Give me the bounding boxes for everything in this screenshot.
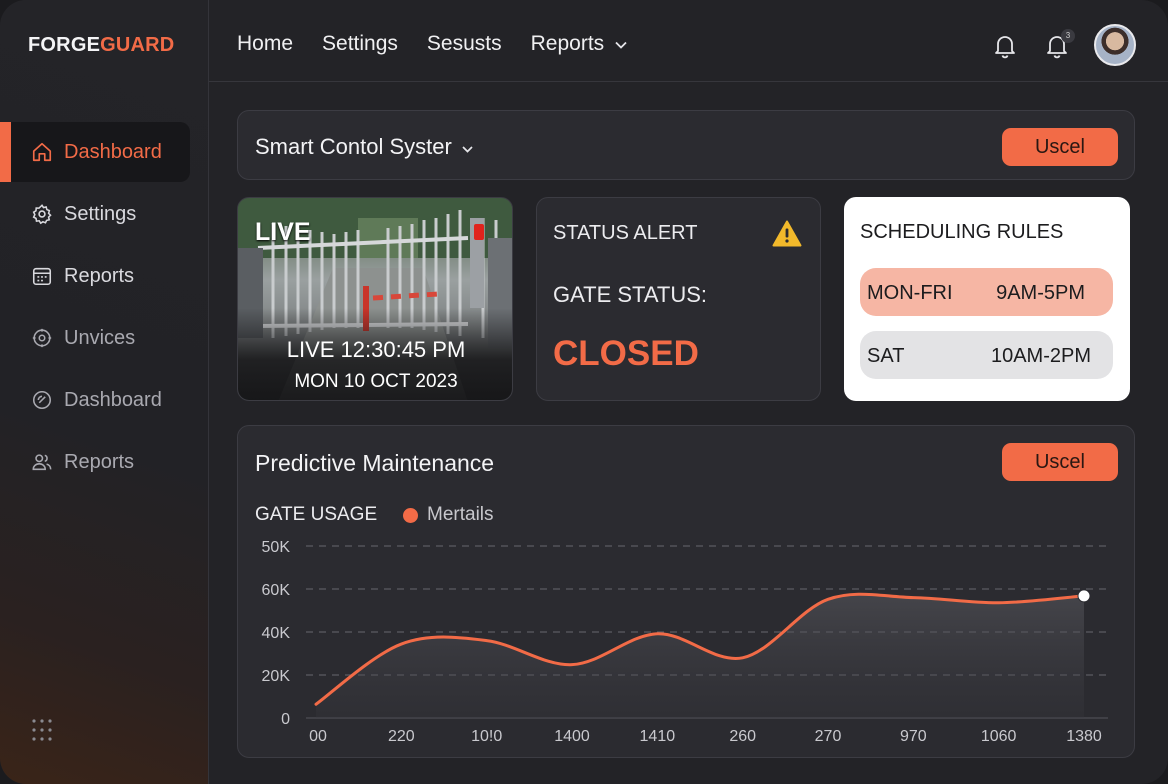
sidebar-item-dashboard-2[interactable]: Dashboard [0, 370, 190, 430]
sidebar-item-dashboard[interactable]: Dashboard [0, 122, 190, 182]
x-tick-label: 1380 [1066, 728, 1102, 745]
status-alert-title: STATUS ALERT [553, 222, 698, 244]
sidebar-item-unvices[interactable]: Unvices [0, 308, 190, 368]
sidebar-item-label: Reports [64, 450, 135, 473]
x-tick-label: 970 [900, 728, 927, 745]
app-window: FORGEGUARD Dashboard Settings Reports Un… [0, 0, 1168, 784]
topnav-reports-dropdown[interactable]: Reports [531, 32, 629, 56]
apps-grid-icon[interactable] [31, 718, 53, 747]
sidebar-item-label: Dashboard [64, 140, 162, 163]
sidebar-item-label: Dashboard [64, 388, 162, 411]
topnav-settings[interactable]: Settings [322, 32, 398, 56]
y-tick-label: 0 [281, 711, 290, 728]
sidebar-item-reports-2[interactable]: Reports [0, 432, 190, 492]
gate-usage-chart: 50K60K40K20K000 220 10!0 1400 1410 260 270 970 1… [262, 539, 1108, 745]
topnav-sesusts[interactable]: Sesusts [427, 32, 502, 56]
gauge-icon [30, 388, 54, 412]
x-tick-label: 00 [309, 728, 327, 745]
sidebar-item-reports[interactable]: Reports [0, 246, 190, 306]
predictive-maintenance-card: Predictive Maintenance Uscel GATE USAGE … [237, 425, 1135, 758]
status-alert-card: STATUS ALERT GATE STATUS: CLOSED [536, 197, 821, 401]
scheduling-rules-card: SCHEDULING RULES MON-FRI 9AM-5PM SAT 10A… [844, 197, 1130, 401]
chart-area [316, 594, 1084, 718]
sidebar-nav: Dashboard Settings Reports Unvices Dashb… [0, 122, 209, 494]
x-tick-label: 1060 [981, 728, 1017, 745]
rule-hours: 9AM-5PM [996, 282, 1085, 304]
topnav-label: Sesusts [426, 32, 502, 55]
chart-end-point [1077, 589, 1091, 603]
devices-icon [30, 326, 54, 350]
chevron-down-icon [614, 32, 628, 56]
system-dropdown[interactable]: Smart Contol Syster [255, 134, 474, 160]
topnav-home[interactable]: Home [237, 32, 293, 56]
system-action-button[interactable]: Uscel [1002, 128, 1118, 166]
avatar[interactable] [1094, 24, 1136, 66]
sidebar: FORGEGUARD Dashboard Settings Reports Un… [0, 0, 209, 784]
y-tick-label: 60K [262, 582, 291, 599]
y-tick-label: 40K [262, 625, 291, 642]
live-timestamp: LIVE 12:30:45 PM [286, 337, 466, 362]
sidebar-item-label: Reports [64, 264, 135, 287]
bell-icon[interactable] [993, 33, 1017, 64]
x-tick-label: 220 [388, 728, 415, 745]
sidebar-item-label: Unvices [64, 326, 136, 349]
chevron-down-icon [461, 134, 474, 160]
home-icon [30, 140, 54, 164]
rule-days: SAT [867, 345, 905, 367]
rule-hours: 10AM-2PM [990, 345, 1091, 367]
system-title: Smart Contol Syster [255, 134, 452, 159]
notification-badge: 3 [1061, 29, 1075, 43]
x-tick-label: 270 [815, 728, 842, 745]
calendar-icon [30, 264, 54, 288]
scheduling-rules-title: SCHEDULING RULES [860, 221, 1064, 243]
schedule-rule[interactable]: MON-FRI 9AM-5PM [860, 268, 1113, 316]
gear-icon [30, 202, 54, 226]
topnav-label: Home [237, 32, 294, 55]
top-nav: Home Settings Sesusts Reports [237, 32, 657, 56]
sidebar-item-label: Settings [64, 202, 137, 225]
warning-icon [772, 220, 802, 252]
gate-status-value: CLOSED [553, 334, 699, 373]
x-tick-label: 1400 [554, 728, 590, 745]
schedule-rule[interactable]: SAT 10AM-2PM [860, 331, 1113, 379]
y-tick-label: 20K [262, 668, 291, 685]
live-camera-card[interactable]: LIVE LIVE 12:30:45 PM MON 10 OCT 2023 [237, 197, 513, 401]
topnav-label: Settings [322, 32, 398, 55]
system-selector-bar: Smart Contol Syster Uscel [237, 110, 1135, 180]
top-bar: Home Settings Sesusts Reports 3 [209, 0, 1168, 82]
x-tick-label: 10!0 [471, 728, 502, 745]
brand-logo-part1: FORGE [28, 34, 101, 56]
y-tick-label: 50K [262, 539, 291, 556]
rule-days: MON-FRI [867, 282, 953, 304]
gate-status-label: GATE STATUS: [553, 282, 708, 307]
live-tag: LIVE [255, 218, 311, 246]
sidebar-item-settings[interactable]: Settings [0, 184, 190, 244]
live-date: MON 10 OCT 2023 [294, 371, 458, 392]
x-tick-label: 1410 [640, 728, 676, 745]
brand-logo[interactable]: FORGEGUARD [28, 34, 174, 57]
x-tick-label: 260 [729, 728, 756, 745]
users-icon [30, 450, 54, 474]
brand-logo-part2: GUARD [100, 34, 175, 56]
topnav-label: Reports [530, 32, 605, 55]
